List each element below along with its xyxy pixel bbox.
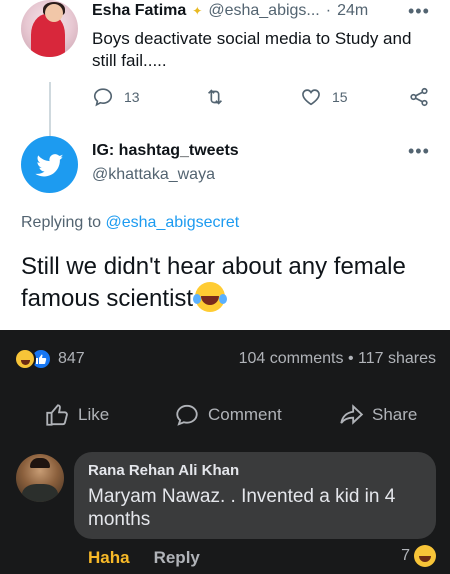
comment-actions: Haha Reply: [88, 548, 200, 568]
tweet2-more-icon[interactable]: •••: [408, 142, 430, 160]
share-button[interactable]: [408, 86, 430, 108]
replying-prefix: Replying to: [21, 214, 102, 231]
reply-comment-button[interactable]: Reply: [154, 548, 200, 568]
tweet1-display-name[interactable]: Esha Fatima: [92, 2, 186, 20]
like-count: 15: [332, 89, 348, 105]
reaction-count: 847: [58, 350, 85, 367]
haha-reaction-icon: [14, 348, 36, 370]
tweet1-text: Boys deactivate social media to Study an…: [92, 29, 412, 70]
comment-reaction-count: 7: [401, 547, 410, 564]
like-icon: [302, 89, 320, 106]
shares-count[interactable]: 117 shares: [358, 350, 436, 367]
tweet1-avatar[interactable]: [21, 0, 78, 57]
haha-reaction-button[interactable]: Haha: [88, 548, 130, 568]
tweet1-more-icon[interactable]: •••: [408, 2, 430, 20]
laughing-tears-emoji-icon: [193, 282, 226, 312]
tweet1-actions: 13 15: [92, 86, 432, 110]
like-post-button[interactable]: Like: [44, 402, 109, 428]
tweet2-text: Still we didn't hear about any female fa…: [21, 251, 441, 314]
replying-to: Replying to @esha_abigsecret: [21, 214, 239, 232]
tweet2-avatar[interactable]: [21, 136, 78, 193]
tweet1-separator: ·: [325, 2, 332, 19]
thumbs-up-icon: [46, 404, 68, 426]
twitter-thread: Esha Fatima ✦ @esha_abigs... · 24m ••• B…: [0, 0, 450, 330]
commenter-name[interactable]: Rana Rehan Ali Khan: [88, 462, 239, 479]
post-actions: Like Comment Share: [0, 396, 450, 434]
facebook-post-footer: 847 104 comments • 117 shares Like Comme…: [0, 330, 450, 574]
reply-button[interactable]: 13: [92, 86, 140, 108]
like-post-label: Like: [78, 405, 110, 424]
tweet2-display-name[interactable]: IG: hashtag_tweets: [92, 142, 239, 160]
share-post-button[interactable]: Share: [338, 402, 417, 428]
share-arrow-icon: [340, 404, 364, 425]
comment-icon: [176, 404, 198, 426]
comment-bubble: Rana Rehan Ali Khan Maryam Nawaz. . Inve…: [74, 452, 436, 539]
tweet1-handle[interactable]: @esha_abigs...: [208, 2, 319, 20]
twitter-bird-icon: [34, 153, 63, 176]
share-icon: [410, 87, 428, 107]
reactions-summary[interactable]: 847: [14, 348, 85, 370]
reply-count: 13: [124, 89, 140, 105]
comment-button[interactable]: Comment: [174, 402, 282, 428]
share-post-label: Share: [372, 405, 418, 424]
tweet1-header: Esha Fatima ✦ @esha_abigs... · 24m: [92, 2, 368, 20]
commenter-avatar[interactable]: [16, 454, 64, 502]
like-button[interactable]: 15: [300, 86, 348, 108]
post-stats: 104 comments • 117 shares: [239, 350, 436, 368]
reply-icon: [93, 88, 113, 107]
stats-separator: •: [347, 350, 354, 367]
comment-label: Comment: [208, 405, 282, 424]
retweet-button[interactable]: [204, 86, 226, 108]
retweet-icon: [207, 89, 223, 105]
comment-text: Maryam Nawaz. . Invented a kid in 4 mont…: [88, 486, 396, 530]
tweet1-time[interactable]: 24m: [337, 2, 368, 20]
comment-reactions[interactable]: 7: [401, 545, 436, 567]
crown-emoji-icon: ✦: [192, 4, 203, 18]
thread-connector: [49, 82, 51, 140]
comments-count[interactable]: 104 comments: [239, 350, 344, 367]
haha-emoji-icon: [414, 545, 436, 567]
tweet2-handle[interactable]: @khattaka_waya: [92, 166, 215, 184]
replying-to-link[interactable]: @esha_abigsecret: [106, 214, 240, 231]
